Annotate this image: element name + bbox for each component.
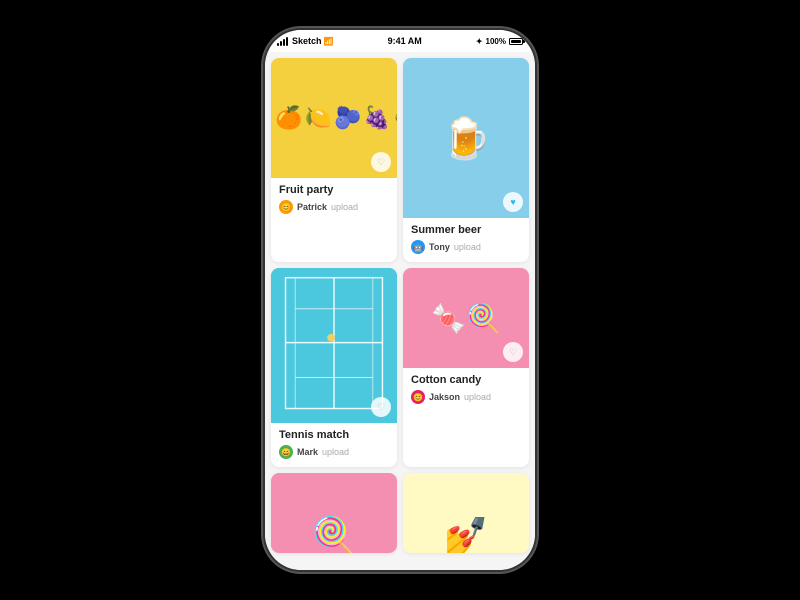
card-fruit-party: ♡ Fruit party 😊 Patrick upload <box>271 58 397 262</box>
fruit-party-action: upload <box>331 202 358 212</box>
tennis-match-avatar-emoji: 😄 <box>281 448 291 457</box>
tennis-match-heart[interactable]: ♡ <box>371 397 391 417</box>
fruit-party-author-name: Patrick <box>297 202 327 212</box>
cotton-candy-title: Cotton candy <box>411 374 521 386</box>
summer-beer-author: 🤖 Tony upload <box>411 240 521 254</box>
fruit-party-heart[interactable]: ♡ <box>371 152 391 172</box>
status-left: Sketch 📶 <box>277 36 333 46</box>
summer-beer-image: ♥ <box>403 58 529 218</box>
cotton-candy-author: 😊 Jakson upload <box>411 390 521 404</box>
fruit-party-avatar-emoji: 😊 <box>281 203 291 212</box>
tennis-match-title: Tennis match <box>279 429 389 441</box>
carrier-label: Sketch <box>292 36 322 46</box>
cotton-candy-info: Cotton candy 😊 Jakson upload <box>403 368 529 412</box>
battery-fill <box>511 40 521 43</box>
fruit-party-author: 😊 Patrick upload <box>279 200 389 214</box>
card-tennis-match: ♡ Tennis match 😄 Mark upload <box>271 268 397 467</box>
cotton-candy-heart[interactable]: ♡ <box>503 342 523 362</box>
time-display: 9:41 AM <box>388 36 422 46</box>
lollipop-image <box>271 473 397 553</box>
tennis-match-avatar: 😄 <box>279 445 293 459</box>
cotton-candy-image: ♡ <box>403 268 529 368</box>
tennis-court-svg <box>271 268 397 418</box>
tennis-match-author-name: Mark <box>297 447 318 457</box>
summer-beer-title: Summer beer <box>411 224 521 236</box>
summer-beer-author-name: Tony <box>429 242 450 252</box>
tennis-match-author: 😄 Mark upload <box>279 445 389 459</box>
card-grid: ♡ Fruit party 😊 Patrick upload ♥ <box>265 52 535 559</box>
wifi-icon: 📶 <box>324 37 334 46</box>
summer-beer-avatar-emoji: 🤖 <box>413 243 423 252</box>
summer-beer-avatar: 🤖 <box>411 240 425 254</box>
nails-image <box>403 473 529 553</box>
cotton-candy-avatar-emoji: 😊 <box>413 393 423 402</box>
cotton-candy-avatar: 😊 <box>411 390 425 404</box>
fruit-party-info: Fruit party 😊 Patrick upload <box>271 178 397 222</box>
phone-frame: Sketch 📶 9:41 AM ✦ 100% ♡ Fruit party <box>265 30 535 570</box>
fruit-party-avatar: 😊 <box>279 200 293 214</box>
card-cotton-candy: ♡ Cotton candy 😊 Jakson upload <box>403 268 529 467</box>
card-nails <box>403 473 529 553</box>
summer-beer-action: upload <box>454 242 481 252</box>
tennis-match-image: ♡ <box>271 268 397 423</box>
bluetooth-icon: ✦ <box>476 37 483 46</box>
battery-icon <box>509 38 523 45</box>
card-summer-beer: ♥ Summer beer 🤖 Tony upload <box>403 58 529 262</box>
fruit-party-title: Fruit party <box>279 184 389 196</box>
tennis-match-info: Tennis match 😄 Mark upload <box>271 423 397 467</box>
cotton-candy-author-name: Jakson <box>429 392 460 402</box>
feed-scroll[interactable]: ♡ Fruit party 😊 Patrick upload ♥ <box>265 52 535 570</box>
summer-beer-heart[interactable]: ♥ <box>503 192 523 212</box>
cotton-candy-action: upload <box>464 392 491 402</box>
status-right: ✦ 100% <box>476 37 523 46</box>
signal-bars <box>277 37 288 46</box>
summer-beer-info: Summer beer 🤖 Tony upload <box>403 218 529 262</box>
battery-pct: 100% <box>486 37 506 46</box>
status-bar: Sketch 📶 9:41 AM ✦ 100% <box>265 30 535 52</box>
card-lollipop <box>271 473 397 553</box>
tennis-match-action: upload <box>322 447 349 457</box>
fruit-party-image: ♡ <box>271 58 397 178</box>
